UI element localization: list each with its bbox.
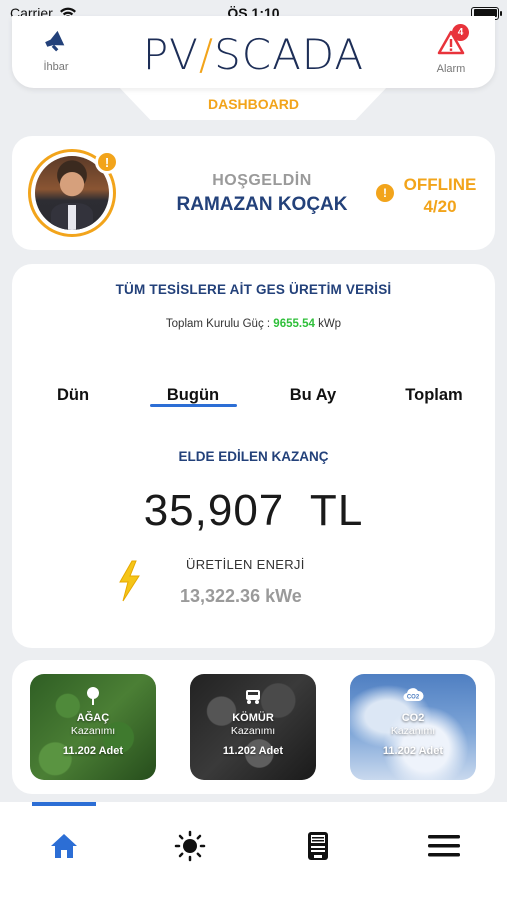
impact-value: 11.202 Adet (382, 745, 444, 757)
impact-sub: Kazanımı (390, 725, 436, 737)
sun-icon (174, 830, 206, 862)
home-icon (51, 834, 77, 858)
user-name: RAMAZAN KOÇAK (176, 194, 348, 215)
tree-icon (87, 687, 99, 705)
svg-text:CO2: CO2 (407, 695, 420, 701)
earnings-title: ELDE EDİLEN KAZANÇ (178, 449, 329, 464)
offline-status[interactable]: OFFLINE 4/20 (400, 174, 480, 218)
dashboard-label: DASHBOARD (208, 96, 299, 112)
alarm-button[interactable]: 4 Alarm (421, 24, 481, 75)
meter-icon (308, 832, 328, 860)
active-tab-indicator (150, 404, 237, 407)
offline-alert-icon: ! (376, 184, 394, 202)
greeting-block: HOŞGELDİN RAMAZAN KOÇAK (162, 172, 362, 216)
impact-card: AĞAÇ Kazanımı 11.202 Adet KÖMÜR Kazanımı… (12, 660, 495, 794)
menu-icon (428, 835, 460, 857)
impact-value: 11.202 Adet (222, 745, 284, 757)
impact-tile-tree[interactable]: AĞAÇ Kazanımı 11.202 Adet (30, 674, 156, 780)
impact-sub: Kazanımı (230, 725, 276, 737)
installed-unit: kWp (318, 318, 342, 330)
impact-tile-coal[interactable]: KÖMÜR Kazanımı 11.202 Adet (190, 674, 316, 780)
profile-card: ! HOŞGELDİN RAMAZAN KOÇAK ! OFFLINE 4/20 (12, 136, 495, 250)
installed-value: 9655.54 (273, 318, 315, 330)
tab-this-month[interactable]: Bu Ay (263, 386, 363, 405)
energy-value: 13,322.36 kWe (180, 586, 302, 606)
impact-name: KÖMÜR (232, 712, 274, 724)
coal-cart-icon (246, 690, 260, 704)
avatar-alert-badge: ! (95, 150, 119, 174)
impact-name: AĞAÇ (76, 712, 110, 724)
tab-yesterday[interactable]: Dün (23, 386, 123, 405)
installed-power: Toplam Kurulu Güç : 9655.54 kWp (12, 318, 495, 330)
nav-active-indicator (32, 802, 96, 806)
greeting-text: HOŞGELDİN (212, 172, 312, 189)
nav-home[interactable] (34, 828, 94, 864)
period-tabs: Dün Bugün Bu Ay Toplam (12, 386, 495, 412)
avatar[interactable]: ! (28, 149, 119, 237)
lightning-icon (119, 560, 140, 602)
alarm-count-badge: 4 (452, 24, 469, 41)
installed-label: Toplam Kurulu Güç : (165, 318, 271, 330)
bottom-nav (0, 802, 507, 900)
impact-sub: Kazanımı (70, 725, 116, 737)
co2-cloud-icon: CO2 (403, 688, 424, 702)
offline-count: 4/20 (423, 197, 457, 216)
impact-name: CO2 (401, 712, 425, 724)
tab-today[interactable]: Bugün (143, 386, 243, 405)
energy-label: ÜRETİLEN ENERJİ (186, 557, 305, 572)
impact-value: 11.202 Adet (62, 745, 124, 757)
offline-label: OFFLINE (403, 175, 477, 194)
app-header: İhbar PV∕SCADA 4 Alarm (12, 16, 495, 88)
nav-menu[interactable] (414, 828, 474, 864)
production-title: TÜM TESİSLERE AİT GES ÜRETİM VERİSİ (115, 282, 392, 297)
alarm-label: Alarm (436, 63, 466, 75)
nav-meter[interactable] (288, 828, 348, 864)
impact-tile-co2[interactable]: CO2 CO2 Kazanımı 11.202 Adet (350, 674, 476, 780)
earnings-value: 35,907 TL (143, 486, 364, 535)
production-card: TÜM TESİSLERE AİT GES ÜRETİM VERİSİ Topl… (12, 264, 495, 648)
nav-production[interactable] (160, 828, 220, 864)
tab-total[interactable]: Toplam (384, 386, 484, 405)
